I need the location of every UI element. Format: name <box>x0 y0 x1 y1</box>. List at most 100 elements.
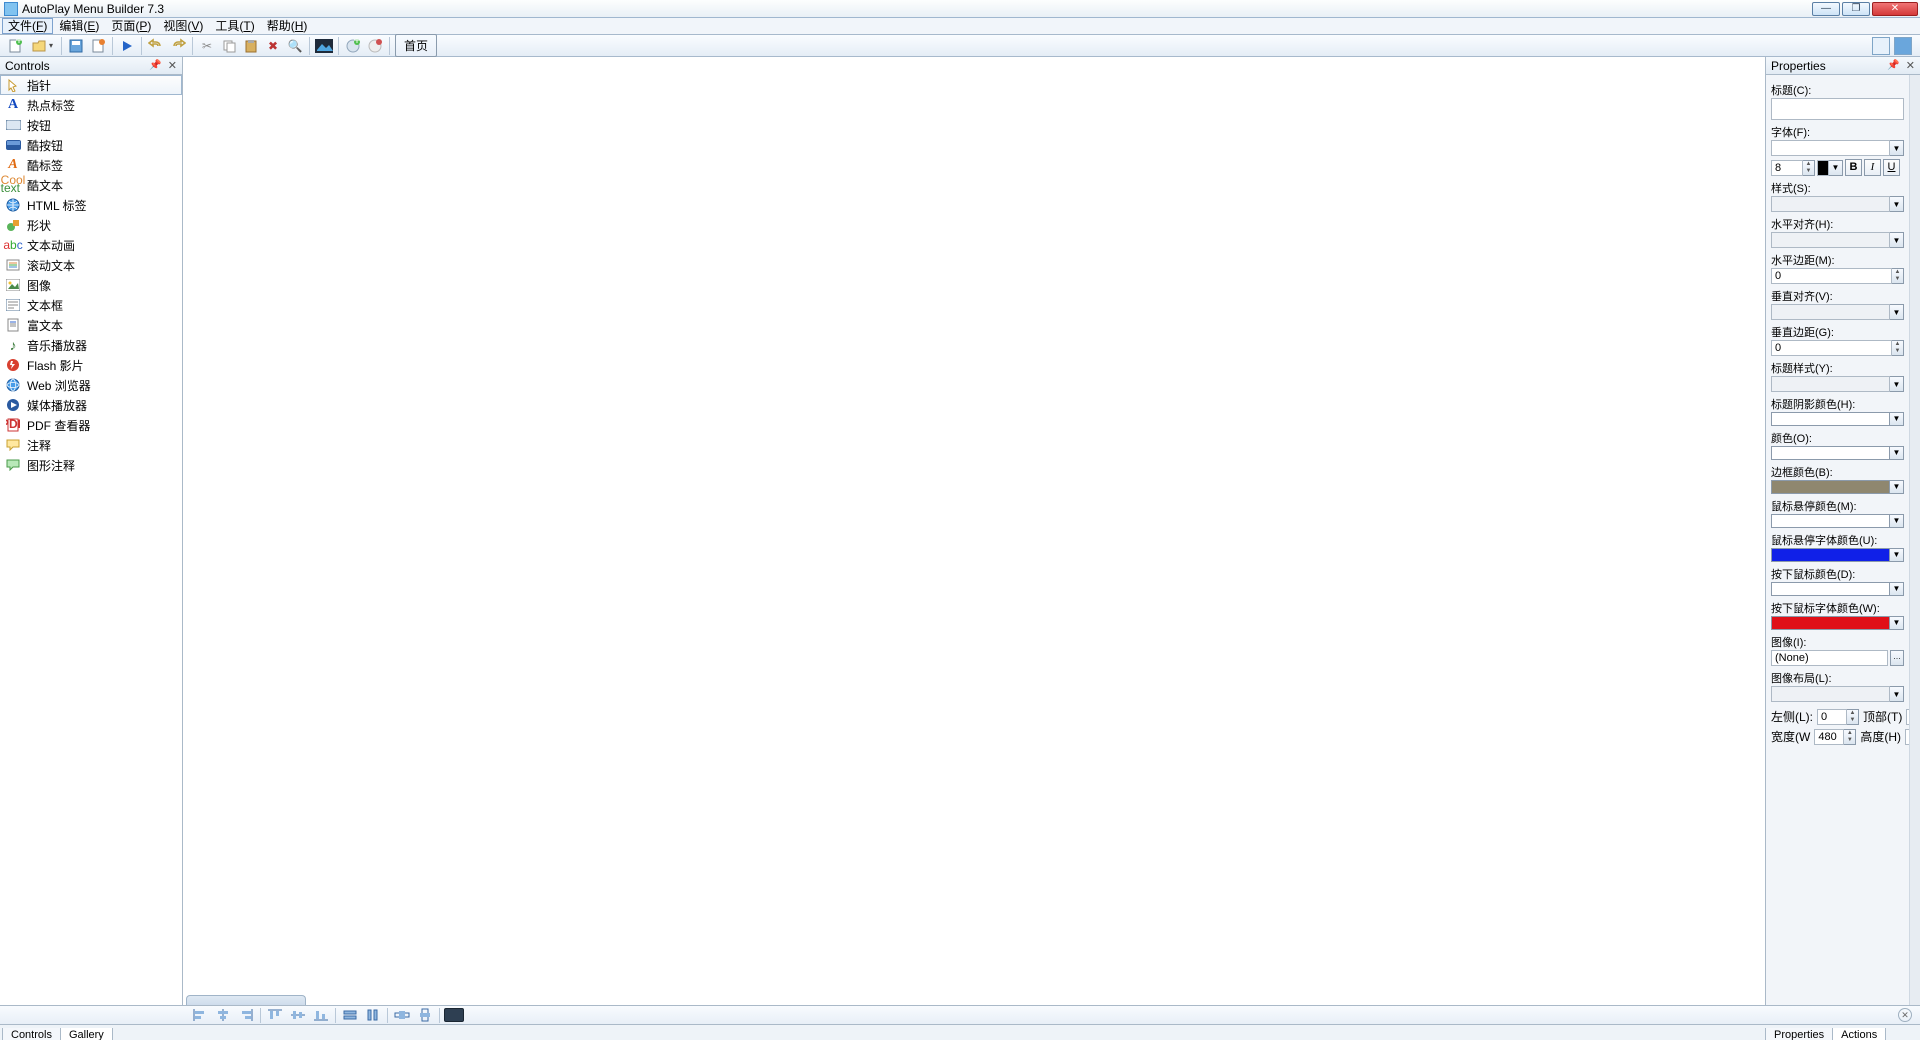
align-middle-button[interactable] <box>288 1007 308 1024</box>
capstyle-dropdown[interactable]: ▼ <box>1771 376 1904 392</box>
control-shape[interactable]: 形状 <box>0 215 182 235</box>
paste-button[interactable] <box>240 36 262 56</box>
play-button[interactable] <box>116 36 138 56</box>
align-bottom-button[interactable] <box>311 1007 331 1024</box>
valign-dropdown[interactable]: ▼ <box>1771 304 1904 320</box>
menu-h[interactable]: 帮助(H) <box>261 18 314 34</box>
pressfont-color-picker[interactable]: ▼ <box>1771 616 1904 630</box>
open-button[interactable] <box>26 36 58 56</box>
menu-t[interactable]: 工具(T) <box>209 18 260 34</box>
menu-p[interactable]: 页面(P) <box>105 18 157 34</box>
menu-v[interactable]: 视图(V) <box>157 18 209 34</box>
page-tab-home[interactable]: 首页 <box>395 34 437 57</box>
halign-dropdown[interactable]: ▼ <box>1771 232 1904 248</box>
font-color-dropdown[interactable]: ▼ <box>1817 160 1843 176</box>
control-coolbutton[interactable]: 酷按钮 <box>0 135 182 155</box>
left-input[interactable]: 0▲▼ <box>1817 709 1859 725</box>
tab-actions[interactable]: Actions <box>1832 1028 1886 1040</box>
control-A-orange[interactable]: A酷标签 <box>0 155 182 175</box>
control-scrolltext[interactable]: 滚动文本 <box>0 255 182 275</box>
controls-panel-title: Controls <box>5 59 50 73</box>
add-page-button[interactable]: + <box>342 36 364 56</box>
picture-button[interactable] <box>313 36 335 56</box>
caption-input[interactable] <box>1771 98 1904 120</box>
control-flash[interactable]: Flash 影片 <box>0 355 182 375</box>
press-color-picker[interactable]: ▼ <box>1771 582 1904 596</box>
remove-page-button[interactable] <box>364 36 386 56</box>
control-pdf[interactable]: PDFPDF 查看器 <box>0 415 182 435</box>
border-color-picker[interactable]: ▼ <box>1771 480 1904 494</box>
new-button[interactable]: + <box>4 36 26 56</box>
save-as-button[interactable] <box>87 36 109 56</box>
caption-label: 标题(C): <box>1771 82 1904 98</box>
layoutbar-close-icon[interactable]: ✕ <box>1898 1008 1912 1022</box>
shadow-color-picker[interactable]: ▼ <box>1771 412 1904 426</box>
minimize-button[interactable]: — <box>1812 2 1840 16</box>
same-height-button[interactable] <box>363 1007 383 1024</box>
pin-icon[interactable]: 📌 <box>1887 60 1899 71</box>
music-icon: ♪ <box>5 337 21 353</box>
color-picker[interactable]: ▼ <box>1771 446 1904 460</box>
cut-button[interactable]: ✂ <box>196 36 218 56</box>
toolbar-right-2[interactable] <box>1894 37 1912 55</box>
control-music[interactable]: ♪音乐播放器 <box>0 335 182 355</box>
control-label: 文本动画 <box>27 237 75 254</box>
hoverfont-color-picker[interactable]: ▼ <box>1771 548 1904 562</box>
align-center-h-button[interactable] <box>213 1007 233 1024</box>
center-v-button[interactable] <box>415 1007 435 1024</box>
vmargin-input[interactable]: 0▲▼ <box>1771 340 1904 356</box>
image-label: 图像(I): <box>1771 634 1904 650</box>
close-button[interactable]: ✕ <box>1872 2 1918 16</box>
menu-e[interactable]: 编辑(E) <box>53 18 105 34</box>
layout-dropdown[interactable]: ▼ <box>1771 686 1904 702</box>
preview-screen-button[interactable] <box>444 1008 464 1022</box>
control-textbox[interactable]: 文本框 <box>0 295 182 315</box>
same-width-button[interactable] <box>340 1007 360 1024</box>
hmargin-input[interactable]: 0▲▼ <box>1771 268 1904 284</box>
redo-button[interactable] <box>167 36 189 56</box>
control-web[interactable]: Web 浏览器 <box>0 375 182 395</box>
hover-label: 鼠标悬停颜色(M): <box>1771 498 1904 514</box>
control-image[interactable]: 图像 <box>0 275 182 295</box>
control-html[interactable]: HTML 标签 <box>0 195 182 215</box>
hover-color-picker[interactable]: ▼ <box>1771 514 1904 528</box>
delete-button[interactable]: ✖ <box>262 36 284 56</box>
close-panel-icon[interactable]: ✕ <box>168 59 177 72</box>
menu-f[interactable]: 文件(F) <box>2 18 53 34</box>
bold-button[interactable]: B <box>1845 159 1862 176</box>
find-button[interactable]: 🔍 <box>284 36 306 56</box>
undo-button[interactable] <box>145 36 167 56</box>
tab-gallery[interactable]: Gallery <box>60 1028 113 1040</box>
maximize-button[interactable]: ❐ <box>1842 2 1870 16</box>
canvas-area[interactable] <box>183 57 1765 1005</box>
align-right-button[interactable] <box>236 1007 256 1024</box>
control-button[interactable]: 按钮 <box>0 115 182 135</box>
control-richtext[interactable]: 富文本 <box>0 315 182 335</box>
font-size-input[interactable]: 8▲▼ <box>1771 160 1815 176</box>
control-comment[interactable]: 注释 <box>0 435 182 455</box>
control-gcomment[interactable]: 图形注释 <box>0 455 182 475</box>
toolbar-right-1[interactable] <box>1872 37 1890 55</box>
italic-button[interactable]: I <box>1864 159 1881 176</box>
style-dropdown[interactable]: ▼ <box>1771 196 1904 212</box>
tab-controls[interactable]: Controls <box>2 1028 61 1040</box>
save-button[interactable] <box>65 36 87 56</box>
page-thumbnail[interactable] <box>186 995 306 1005</box>
pin-icon[interactable]: 📌 <box>149 60 161 71</box>
tab-properties[interactable]: Properties <box>1765 1028 1833 1040</box>
properties-scrollbar[interactable] <box>1909 75 1920 1005</box>
underline-button[interactable]: U <box>1883 159 1900 176</box>
control-media[interactable]: 媒体播放器 <box>0 395 182 415</box>
width-input[interactable]: 480▲▼ <box>1814 729 1856 745</box>
copy-button[interactable] <box>218 36 240 56</box>
control-pointer[interactable]: 指针 <box>0 75 182 95</box>
font-dropdown[interactable]: ▼ <box>1771 140 1904 156</box>
close-panel-icon[interactable]: ✕ <box>1906 59 1915 72</box>
align-top-button[interactable] <box>265 1007 285 1024</box>
control-anim[interactable]: abc文本动画 <box>0 235 182 255</box>
control-cooltext[interactable]: Cooltext酷文本 <box>0 175 182 195</box>
align-left-button[interactable] <box>190 1007 210 1024</box>
image-browse-button[interactable]: … <box>1890 650 1904 666</box>
center-h-button[interactable] <box>392 1007 412 1024</box>
control-A-blue[interactable]: A热点标签 <box>0 95 182 115</box>
